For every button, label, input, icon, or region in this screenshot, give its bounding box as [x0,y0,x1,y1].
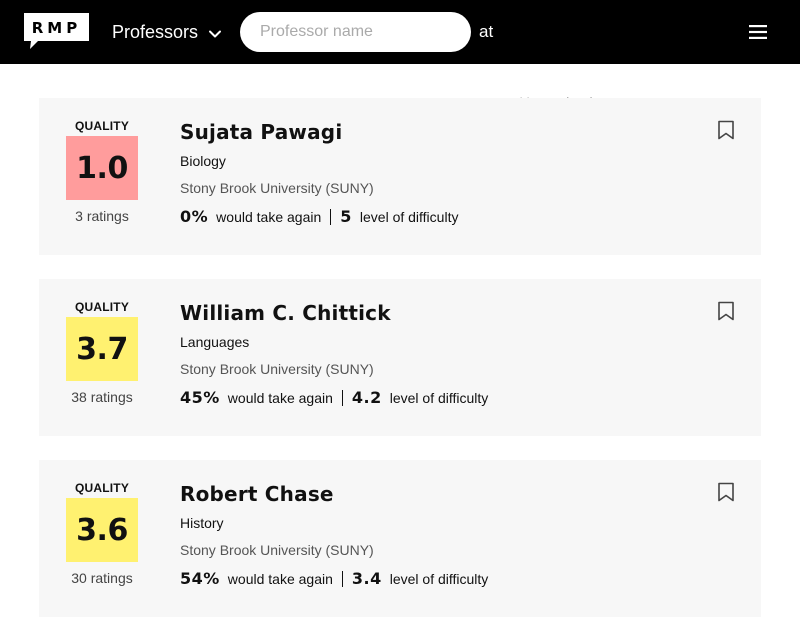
difficulty-label: level of difficulty [389,570,489,587]
quality-score: 1.0 [66,136,138,200]
take-again-label: would take again [216,208,322,225]
professor-department: Languages [180,334,250,350]
professor-stats: 54% would take again 3.4 level of diffic… [180,569,488,588]
take-again-value: 54% [180,569,220,588]
difficulty-label: level of difficulty [359,208,459,225]
quality-score: 3.6 [66,498,138,562]
professor-card[interactable]: QUALITY 1.0 3 ratings Sujata Pawagi Biol… [39,98,761,255]
bookmark-icon[interactable] [717,120,735,140]
professor-name-input[interactable] [240,12,471,52]
professor-card[interactable]: QUALITY 3.6 30 ratings Robert Chase Hist… [39,460,761,617]
quality-label: QUALITY [74,481,130,495]
hamburger-menu-icon[interactable] [748,22,768,42]
difficulty-value: 3.4 [351,569,382,588]
ratings-count: 38 ratings [71,389,133,405]
quality-label: QUALITY [74,300,130,314]
difficulty-value: 5 [340,207,352,226]
difficulty-label: level of difficulty [389,389,489,406]
at-label: at [479,22,494,41]
professor-school: Stony Brook University (SUNY) [180,180,374,196]
professor-department: Biology [180,153,226,169]
stat-divider [341,570,343,587]
professor-school: Stony Brook University (SUNY) [180,542,374,558]
professor-name[interactable]: Sujata Pawagi [180,120,342,144]
professor-card[interactable]: QUALITY 3.7 38 ratings William C. Chitti… [39,279,761,436]
professor-school: Stony Brook University (SUNY) [180,361,374,377]
difficulty-value: 4.2 [351,388,382,407]
logo-text: RMP [32,19,81,37]
take-again-value: 0% [180,207,209,226]
bookmark-icon[interactable] [717,301,735,321]
quality-score: 3.7 [66,317,138,381]
professor-stats: 0% would take again 5 level of difficult… [180,207,458,226]
take-again-value: 45% [180,388,220,407]
professor-name[interactable]: William C. Chittick [180,301,391,325]
take-again-label: would take again [227,389,333,406]
ratings-count: 30 ratings [71,570,133,586]
top-navbar: RMP Professors at [0,0,800,122]
professor-stats: 45% would take again 4.2 level of diffic… [180,388,488,407]
professor-name[interactable]: Robert Chase [180,482,334,506]
search-mode-label: Professors [112,21,199,42]
stat-divider [330,208,332,225]
rmp-logo[interactable]: RMP [24,13,89,49]
professor-department: History [180,515,224,531]
ratings-count: 3 ratings [75,208,129,224]
quality-label: QUALITY [74,119,130,133]
search-mode-dropdown[interactable]: Professors [112,20,222,44]
stat-divider [341,389,343,406]
take-again-label: would take again [227,570,333,587]
bookmark-icon[interactable] [717,482,735,502]
chevron-down-icon [208,25,222,39]
